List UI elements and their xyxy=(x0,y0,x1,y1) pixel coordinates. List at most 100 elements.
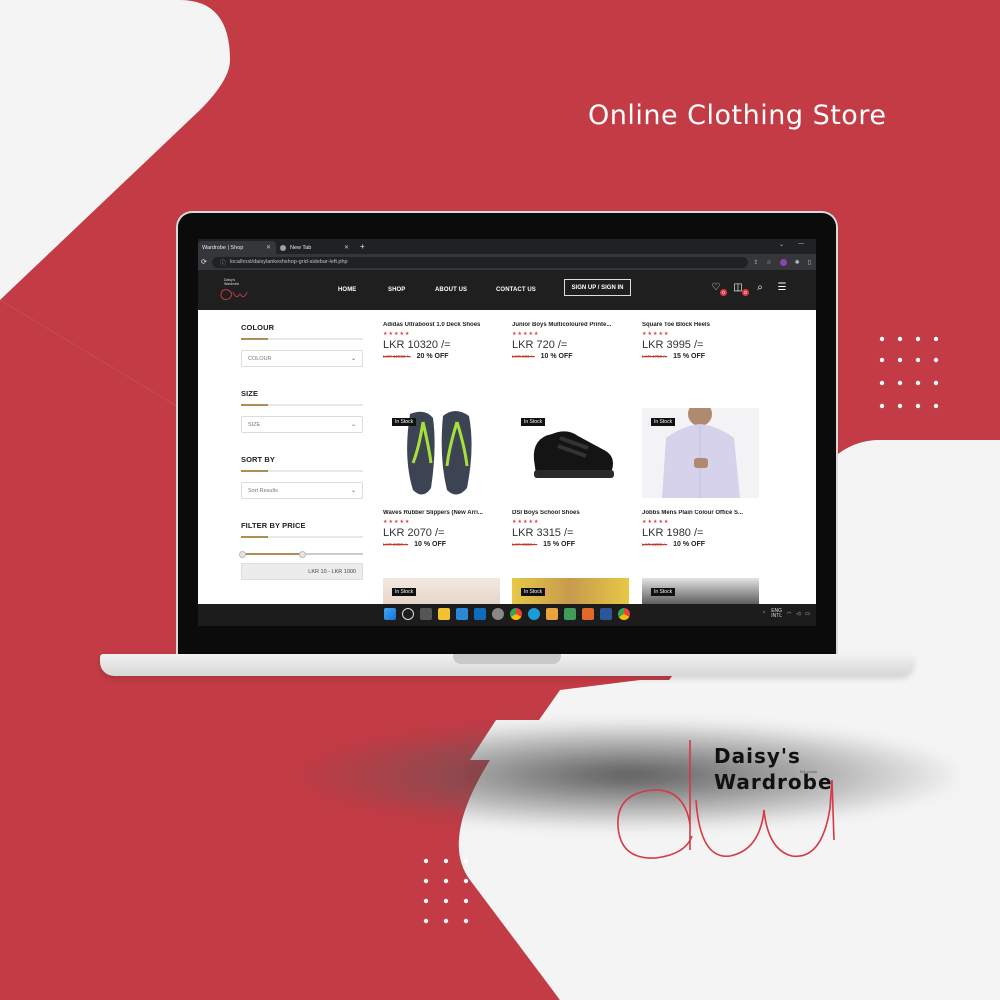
filter-title: COLOUR xyxy=(241,323,275,332)
start-icon[interactable] xyxy=(384,608,396,620)
nav-contact-us[interactable]: CONTACT US xyxy=(496,287,546,293)
nav-home[interactable]: HOME xyxy=(338,287,356,293)
product-name[interactable]: Junior Boys Multicoloured Printe... xyxy=(512,322,632,328)
chrome-icon[interactable] xyxy=(618,608,630,620)
tab-shop[interactable]: Wardrobe | Shop ✕ xyxy=(198,241,276,254)
new-tab-button[interactable]: + xyxy=(360,241,365,254)
price-range-value: LKR 10 - LKR 1000 xyxy=(241,563,363,580)
product-card[interactable]: In Stock Waves Rubber Slippers (New Arri… xyxy=(383,408,501,548)
product-image[interactable]: In Stock xyxy=(512,408,629,498)
app-icon[interactable] xyxy=(564,608,576,620)
chevron-up-icon[interactable]: ⌃ xyxy=(762,611,766,617)
slider-range xyxy=(243,553,303,555)
product-card[interactable]: In Stock xyxy=(383,578,501,604)
edge-icon[interactable] xyxy=(528,608,540,620)
wishlist-heart-icon[interactable]: ♡ 0 xyxy=(710,282,727,296)
settings-icon[interactable] xyxy=(492,608,504,620)
slider-handle-min[interactable] xyxy=(239,551,246,558)
xampp-icon[interactable] xyxy=(582,608,594,620)
product-image[interactable]: In Stock xyxy=(512,578,629,604)
product-card[interactable]: Adidas Ultraboost 1.0 Deck Shoes ★★★★★ L… xyxy=(383,310,501,360)
filter-price: FILTER BY PRICE LKR 10 - LKR 1000 xyxy=(239,521,363,580)
wifi-icon[interactable]: ◠ xyxy=(787,611,791,617)
mail-icon[interactable] xyxy=(474,608,486,620)
notes-icon[interactable] xyxy=(546,608,558,620)
filter-title: SIZE xyxy=(241,389,259,398)
product-name[interactable]: Adidas Ultraboost 1.0 Deck Shoes xyxy=(383,322,503,328)
chrome-icon xyxy=(280,244,286,251)
extensions-icon[interactable]: ✱ xyxy=(795,259,800,266)
product-name[interactable]: Jobbs Mens Plain Colour Office S... xyxy=(642,510,762,516)
size-select[interactable]: SIZE ⌄ xyxy=(241,416,363,433)
colour-select[interactable]: COLOUR ⌄ xyxy=(241,350,363,367)
info-icon[interactable]: ⓘ xyxy=(220,258,226,267)
cart-count-badge: 0 xyxy=(742,289,749,296)
sort-select[interactable]: Sort Results ⌄ xyxy=(241,482,363,499)
url-field[interactable]: ⓘ localhost/daisylankeshshop-grid-sideba… xyxy=(211,256,749,268)
product-price: LKR 1980 /= xyxy=(642,527,704,539)
minimize-icon[interactable]: — xyxy=(798,241,804,248)
address-bar-icons: ⇪ ☆ ✱ ▯ xyxy=(753,258,813,266)
product-name[interactable]: Waves Rubber Slippers (New Arri... xyxy=(383,510,503,516)
product-name[interactable]: Square Toe Block Heels xyxy=(642,322,762,328)
product-image[interactable]: In Stock xyxy=(642,578,759,604)
chevron-down-icon: ⌄ xyxy=(350,422,356,428)
word-icon[interactable] xyxy=(600,608,612,620)
task-view-icon[interactable] xyxy=(420,608,432,620)
select-value: Sort Results xyxy=(248,487,278,494)
site-logo[interactable]: Daisy's Wardrobe xyxy=(216,276,250,304)
product-image[interactable]: In Stock xyxy=(383,408,500,498)
stock-badge: In Stock xyxy=(521,588,546,596)
product-name[interactable]: DSI Boys School Shoes xyxy=(512,510,632,516)
product-card[interactable]: In Stock DSI Boys School Shoes ★★★★★ LKR… xyxy=(512,408,630,548)
stock-badge: In Stock xyxy=(521,418,546,426)
slider-handle-max[interactable] xyxy=(299,551,306,558)
product-card[interactable]: In Stock xyxy=(512,578,630,604)
profile-icon[interactable] xyxy=(779,258,787,266)
product-image[interactable]: In Stock xyxy=(642,408,759,498)
product-image[interactable]: In Stock xyxy=(383,578,500,604)
old-price: LKR 2200 /= xyxy=(642,542,668,547)
search-icon[interactable]: ⌕ xyxy=(754,282,766,294)
divider xyxy=(241,470,363,472)
product-card[interactable]: In Stock xyxy=(642,578,760,604)
chrome-icon[interactable] xyxy=(510,608,522,620)
brand-line-1: Daisy's xyxy=(714,744,801,768)
battery-icon[interactable]: ▭ xyxy=(805,611,810,617)
close-icon[interactable]: ✕ xyxy=(344,244,349,251)
nav-shop[interactable]: SHOP xyxy=(388,287,405,293)
language-indicator[interactable]: ENG INTL xyxy=(771,609,782,619)
product-card[interactable]: Junior Boys Multicoloured Printe... ★★★★… xyxy=(512,310,630,360)
tab-new-tab[interactable]: New Tab ✕ xyxy=(276,241,354,254)
product-price: LKR 2070 /= xyxy=(383,527,445,539)
file-explorer-icon[interactable] xyxy=(438,608,450,620)
star-icon[interactable]: ☆ xyxy=(766,259,771,266)
rating-stars: ★★★★★ xyxy=(642,331,670,337)
tab-title: Wardrobe | Shop xyxy=(202,244,244,251)
search-icon[interactable] xyxy=(402,608,414,620)
shopping-bag-icon[interactable]: ◫ 0 xyxy=(732,282,749,296)
price-range-slider[interactable] xyxy=(239,551,363,558)
nav-about-us[interactable]: ABOUT US xyxy=(435,287,485,293)
share-icon[interactable]: ⇪ xyxy=(753,259,758,266)
old-price: LKR 3900 /= xyxy=(512,542,538,547)
menu-icon[interactable]: ☰ xyxy=(776,282,788,294)
product-card[interactable]: In Stock Jobbs Mens Plain Colour Office … xyxy=(642,408,760,548)
header-icons: ♡ 0 ◫ 0 ⌕ ☰ xyxy=(710,282,788,296)
close-icon[interactable]: ✕ xyxy=(266,244,271,251)
store-icon[interactable] xyxy=(456,608,468,620)
chevron-down-icon[interactable]: ⌄ xyxy=(779,241,784,248)
divider xyxy=(241,536,363,538)
product-card[interactable]: Square Toe Block Heels ★★★★★ LKR 3995 /=… xyxy=(642,310,760,360)
chevron-down-icon: ⌄ xyxy=(350,356,356,362)
stock-badge: In Stock xyxy=(651,418,676,426)
product-price: LKR 10320 /= xyxy=(383,339,451,351)
shop-content: COLOUR COLOUR ⌄ SIZE SIZE ⌄ SORT BY Sort… xyxy=(198,310,816,604)
sidebar-icon[interactable]: ▯ xyxy=(808,259,811,266)
volume-icon[interactable]: ◁ xyxy=(796,611,800,617)
sign-in-button[interactable]: SIGN UP / SIGN IN xyxy=(564,279,631,296)
discount-label: 10 % OFF xyxy=(414,541,447,548)
reload-icon[interactable]: ⟳ xyxy=(201,258,207,266)
region-text: INTL xyxy=(771,613,783,619)
logo-mark-icon xyxy=(220,289,248,301)
